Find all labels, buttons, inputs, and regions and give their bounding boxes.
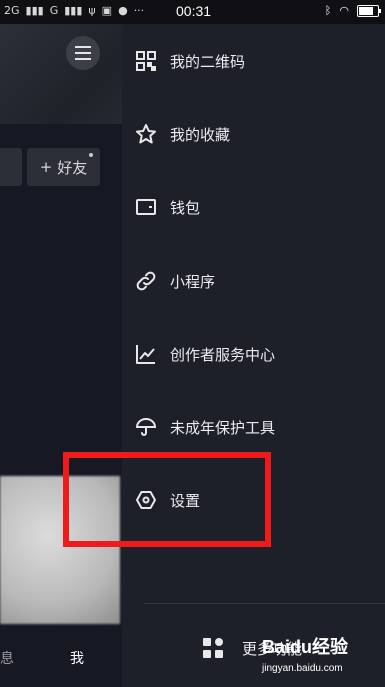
menu-button[interactable] <box>66 36 100 70</box>
highlight-box <box>63 452 271 547</box>
overflow-icon: ··· <box>133 4 145 17</box>
grid-icon <box>202 637 224 659</box>
signal-g-label: G <box>49 4 59 17</box>
menu-item-label: 创作者服务中心 <box>170 345 276 364</box>
qr-code-icon <box>134 49 158 73</box>
menu-item-favorites[interactable]: 我的收藏 <box>122 112 385 156</box>
menu-item-label: 我的二维码 <box>170 52 246 71</box>
chat-icon: ● <box>118 4 128 17</box>
signal-2g-label: 2G <box>4 4 20 17</box>
menu-item-wallet[interactable]: 钱包 <box>122 185 385 229</box>
menu-item-label: 我的收藏 <box>170 125 231 144</box>
usb-icon: ψ <box>88 4 96 17</box>
signal-group: 2G ▮▮▮ G ▮▮▮ ψ ▣ ● ··· <box>4 4 144 17</box>
watermark-url: jingyan.baidu.com <box>262 663 343 674</box>
edit-profile-button[interactable] <box>0 148 22 186</box>
drawer-divider <box>144 603 385 604</box>
chart-icon <box>134 342 158 366</box>
menu-item-mini-programs[interactable]: 小程序 <box>122 259 385 303</box>
wifi-icon: ◠ <box>339 4 349 17</box>
status-bar: 2G ▮▮▮ G ▮▮▮ ψ ▣ ● ··· 00:31 ᛒ ◠ <box>0 0 385 24</box>
side-drawer: 我的二维码 我的收藏 钱包 小程序 创作者服务中心 未成年保护工具 设置 更多功… <box>122 24 385 687</box>
bottom-nav: 息 我 <box>0 648 122 687</box>
profile-page: + 好友 息 我 <box>0 24 122 687</box>
menu-item-qr-code[interactable]: 我的二维码 <box>122 39 385 83</box>
star-icon <box>134 122 158 146</box>
menu-item-label: 小程序 <box>170 272 216 291</box>
hamburger-icon <box>75 46 91 60</box>
baidu-watermark: Baidu经验 jingyan.baidu.com <box>262 633 384 685</box>
profile-banner <box>0 24 122 124</box>
clock: 00:31 <box>176 3 212 19</box>
battery-icon <box>357 4 381 17</box>
baidu-logo-text: Baidu经验 <box>262 637 349 657</box>
add-friend-label: 好友 <box>57 158 88 177</box>
menu-item-label: 未成年保护工具 <box>170 418 276 437</box>
nav-messages[interactable]: 息 <box>0 648 14 668</box>
wallet-icon <box>134 195 158 219</box>
badge-dot <box>89 153 93 157</box>
notification-icon: ▣ <box>101 4 113 17</box>
link-icon <box>134 269 158 293</box>
menu-item-creator-center[interactable]: 创作者服务中心 <box>122 332 385 376</box>
bluetooth-icon: ᛒ <box>324 4 332 17</box>
umbrella-icon <box>134 415 158 439</box>
signal-bars-icon-2: ▮▮▮ <box>64 4 83 17</box>
plus-icon: + <box>39 158 53 176</box>
add-friend-button[interactable]: + 好友 <box>27 148 100 186</box>
menu-item-label: 钱包 <box>170 198 201 217</box>
signal-bars-icon: ▮▮▮ <box>25 4 44 17</box>
system-icons: ᛒ ◠ <box>324 4 381 17</box>
nav-me[interactable]: 我 <box>70 648 84 668</box>
menu-item-minor-protection[interactable]: 未成年保护工具 <box>122 405 385 449</box>
